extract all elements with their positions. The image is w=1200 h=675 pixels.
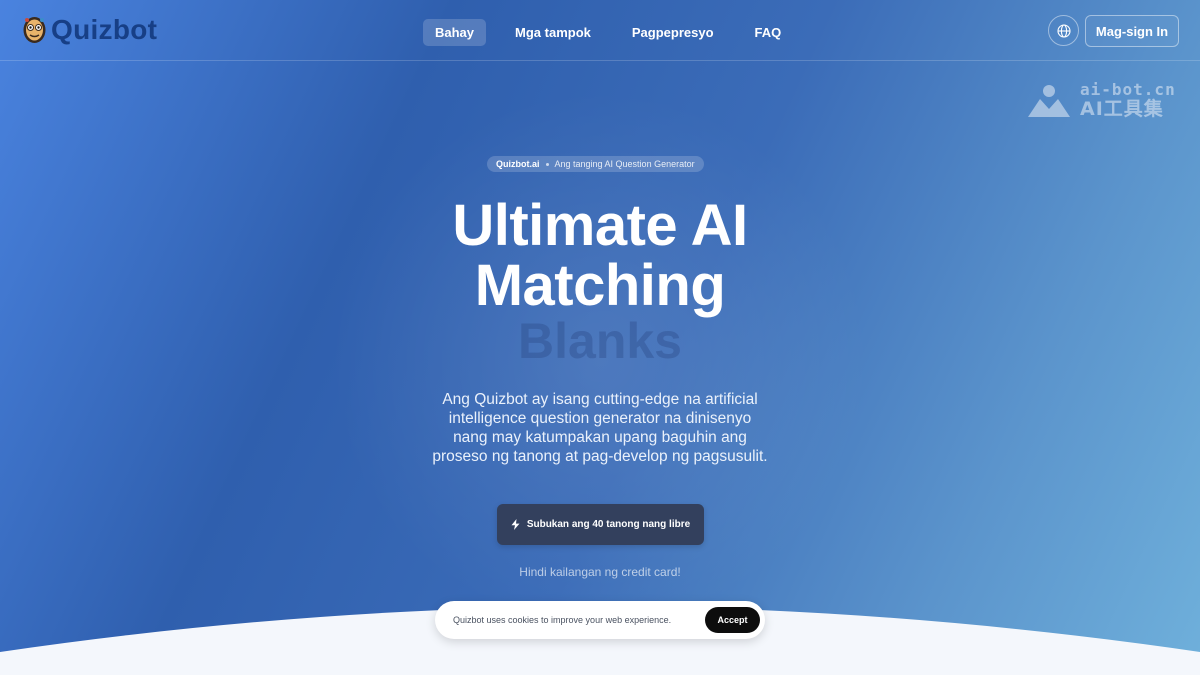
nav-item-home[interactable]: Bahay xyxy=(423,19,487,46)
nav-item-faq[interactable]: FAQ xyxy=(743,19,794,46)
watermark-logo-icon xyxy=(1028,84,1070,117)
try-free-label: Subukan ang 40 tanong nang libre xyxy=(526,519,691,530)
quizbot-mascot-icon xyxy=(22,15,47,45)
pill-separator-dot xyxy=(545,162,549,166)
main-nav: Bahay Mga tampok Pagpepresyo FAQ xyxy=(423,19,810,46)
hero-title-line2: Matching xyxy=(474,253,726,318)
cookie-banner: Quizbot uses cookies to improve your web… xyxy=(435,601,765,639)
signin-button[interactable]: Mag-sign In xyxy=(1085,15,1179,47)
hero-title-line1: Ultimate AI xyxy=(452,193,748,258)
nav-item-pricing[interactable]: Pagpepresyo xyxy=(620,19,726,46)
watermark-label: AI工具集 xyxy=(1080,98,1164,120)
lightning-icon xyxy=(511,519,520,530)
globe-icon xyxy=(1056,23,1071,38)
nav-item-features[interactable]: Mga tampok xyxy=(503,19,603,46)
watermark: ai-bot.cn AI工具集 xyxy=(1024,82,1176,119)
logo[interactable]: Quizbot xyxy=(22,14,157,46)
try-free-button[interactable]: Subukan ang 40 tanong nang libre xyxy=(497,504,704,545)
logo-text: Quizbot xyxy=(51,14,158,45)
accept-cookies-button[interactable]: Accept xyxy=(705,607,760,633)
hero-description: Ang Quizbot ay isang cutting-edge na art… xyxy=(432,391,768,465)
top-navbar: Quizbot Bahay Mga tampok Pagpepresyo FAQ… xyxy=(0,0,1200,61)
no-credit-card-note: Hindi kailangan ng credit card! xyxy=(519,565,681,579)
pill-text: Ang tanging AI Question Generator xyxy=(554,159,695,169)
hero-title-ghost: Blanks xyxy=(518,313,682,369)
language-button[interactable] xyxy=(1048,15,1079,46)
watermark-domain: ai-bot.cn xyxy=(1080,80,1176,99)
cookie-text: Quizbot uses cookies to improve your web… xyxy=(453,615,672,625)
pill-brand: Quizbot.ai xyxy=(496,159,540,169)
hero-tagline-pill: Quizbot.ai Ang tanging AI Question Gener… xyxy=(487,156,704,172)
